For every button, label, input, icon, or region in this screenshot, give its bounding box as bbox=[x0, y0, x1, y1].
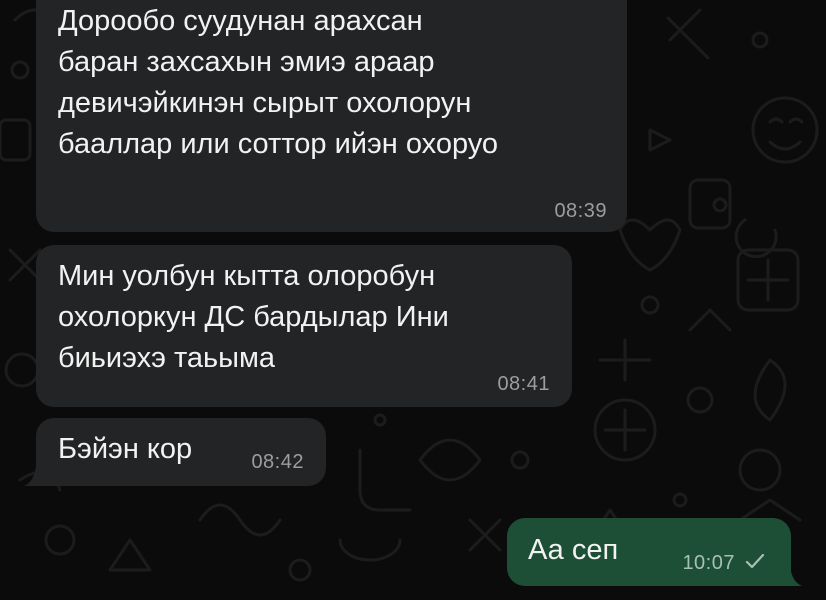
message-text: Аа сеп bbox=[528, 534, 619, 566]
message-time: 08:39 bbox=[554, 200, 607, 222]
incoming-bubble-tail bbox=[24, 466, 44, 486]
message-text: Дорообо суудунан арахсан баран захсахын … bbox=[58, 5, 499, 160]
message-text: Мин уолбун кытта олоробун охолоркун ДС б… bbox=[58, 260, 449, 374]
outgoing-bubble-tail bbox=[782, 566, 802, 586]
incoming-message-bubble[interactable]: Бэйэн кор 08:42 bbox=[36, 418, 326, 486]
message-time: 10:07 bbox=[682, 552, 735, 574]
outgoing-message-bubble[interactable]: Аа сеп 10:07 bbox=[507, 518, 791, 586]
message-text: Бэйэн кор bbox=[58, 433, 193, 465]
incoming-message-bubble[interactable]: Дорообо суудунан арахсан баран захсахын … bbox=[36, 0, 627, 232]
message-time: 08:41 bbox=[497, 373, 550, 395]
single-check-icon bbox=[745, 553, 765, 569]
incoming-message-bubble[interactable]: Мин уолбун кытта олоробун охолоркун ДС б… bbox=[36, 245, 572, 407]
message-time: 08:42 bbox=[251, 451, 304, 473]
